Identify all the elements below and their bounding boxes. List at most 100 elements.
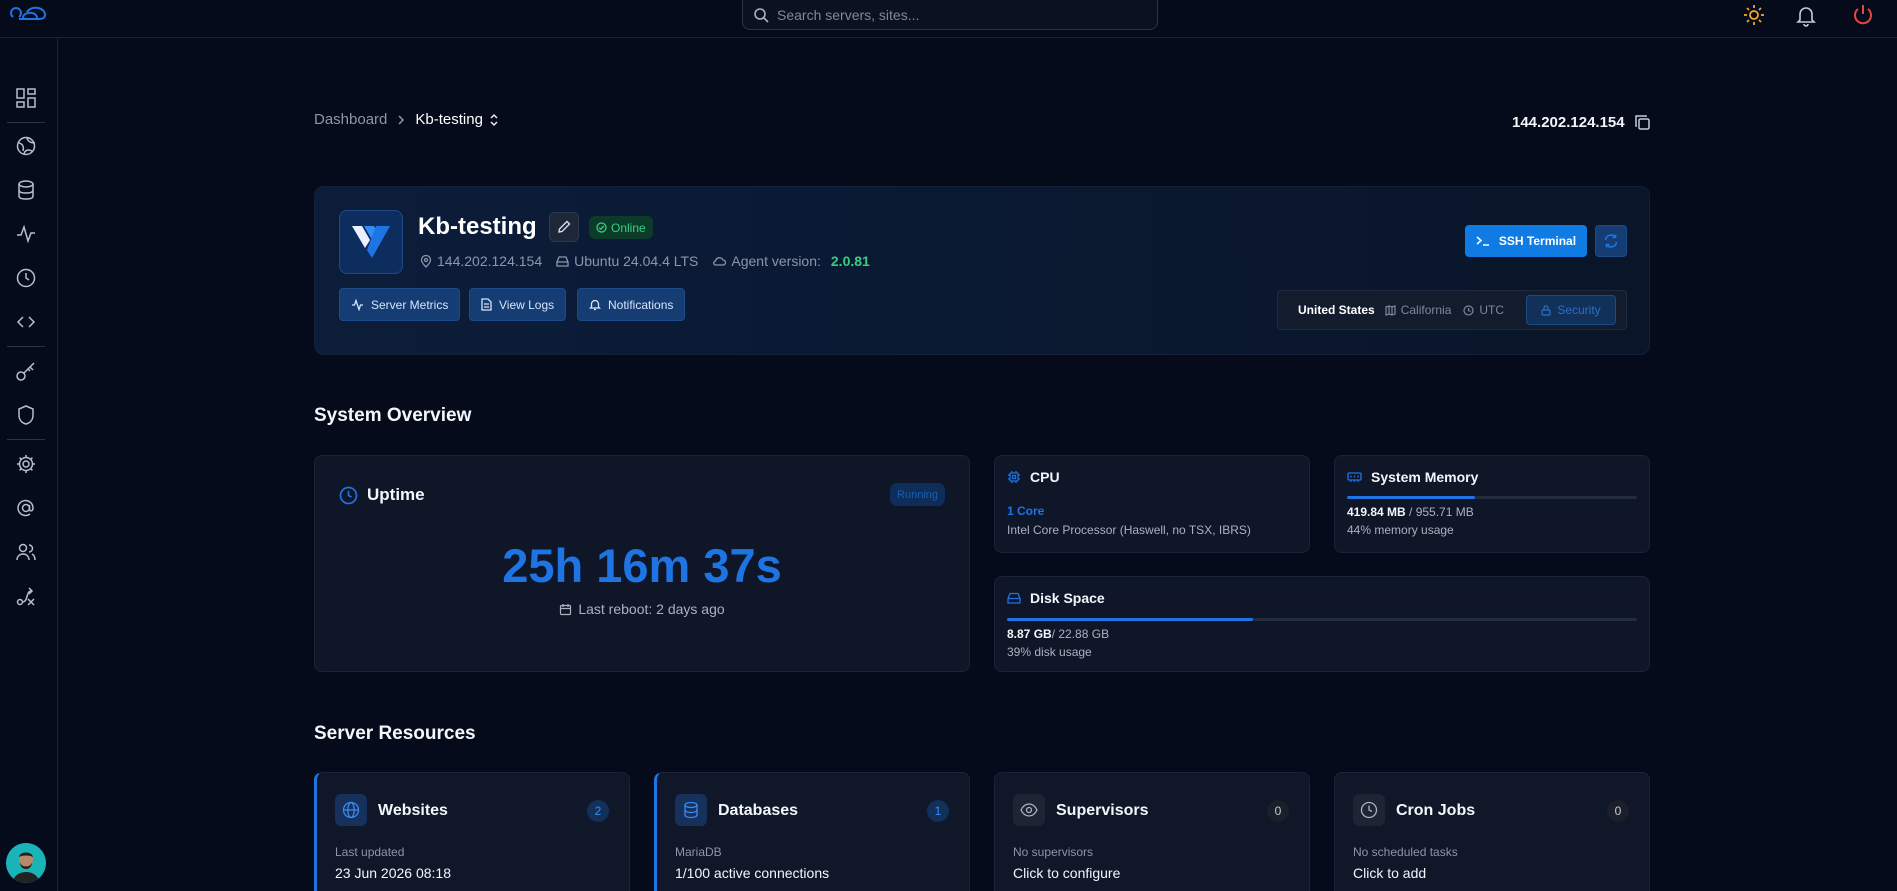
cron-jobs-sub: No scheduled tasks	[1353, 845, 1458, 859]
system-overview-title: System Overview	[314, 405, 472, 426]
cpu-panel: CPU 1 Core Intel Core Processor (Haswell…	[994, 455, 1310, 553]
copy-icon[interactable]	[1634, 114, 1651, 131]
view-logs-label: View Logs	[499, 297, 555, 312]
location-bar: United States California UTC Security	[1277, 290, 1627, 330]
shield-icon[interactable]	[15, 404, 37, 426]
databases-title: Databases	[718, 802, 799, 819]
clock-icon	[339, 486, 358, 505]
cpu-cores: 1 Core	[1007, 504, 1045, 518]
search-icon	[753, 7, 769, 23]
logo-icon[interactable]	[9, 2, 51, 24]
pencil-icon	[557, 220, 571, 234]
cron-jobs-title: Cron Jobs	[1396, 802, 1476, 819]
status-text: Online	[611, 220, 646, 235]
disk-label: Disk Space	[1030, 590, 1105, 606]
databases-count: 1	[927, 800, 949, 822]
databases-card[interactable]: Databases 1 MariaDB 1/100 active connect…	[654, 772, 970, 891]
database-icon	[675, 794, 707, 826]
search-input[interactable]	[777, 6, 1137, 23]
map-icon	[1385, 304, 1396, 316]
hard-drive-icon	[556, 255, 569, 267]
agent-label: Agent version:	[731, 253, 821, 269]
check-circle-icon	[596, 222, 607, 233]
chevron-right-icon	[397, 114, 405, 126]
route-icon[interactable]	[15, 585, 37, 607]
notifications-button[interactable]: Notifications	[577, 288, 686, 321]
hard-drive-icon	[1007, 592, 1021, 604]
memory-progress-bar	[1347, 496, 1637, 499]
globe-icon	[335, 794, 367, 826]
disk-amounts: 8.87 GB/ 22.88 GB	[1007, 627, 1109, 641]
refresh-button[interactable]	[1595, 225, 1627, 257]
database-icon[interactable]	[15, 179, 37, 201]
memory-label: System Memory	[1371, 469, 1479, 485]
disk-used: 8.87 GB	[1007, 627, 1052, 641]
disk-panel: Disk Space 8.87 GB/ 22.88 GB 39% disk us…	[994, 576, 1650, 672]
search-box[interactable]	[742, 0, 1158, 30]
security-button[interactable]: Security	[1526, 295, 1616, 325]
databases-sub: MariaDB	[675, 845, 722, 859]
location-country: United States	[1298, 303, 1375, 317]
sidebar-divider	[7, 346, 45, 347]
location-region: California	[1400, 303, 1452, 317]
cron-jobs-main: Click to add	[1353, 865, 1427, 881]
cron-jobs-count: 0	[1607, 800, 1629, 822]
supervisors-count: 0	[1267, 800, 1289, 822]
calendar-icon	[559, 603, 572, 616]
server-ip-text: 144.202.124.154	[1512, 114, 1625, 131]
disk-total: / 22.88 GB	[1051, 627, 1110, 641]
users-icon[interactable]	[15, 541, 37, 563]
avatar[interactable]	[6, 843, 46, 883]
key-icon[interactable]	[15, 360, 37, 382]
map-pin-icon	[420, 254, 432, 268]
edit-server-name-button[interactable]	[549, 212, 579, 242]
status-badge: Online	[589, 216, 653, 239]
disk-progress-bar	[1007, 618, 1637, 621]
power-icon[interactable]	[1851, 3, 1875, 27]
globe-icon[interactable]	[15, 135, 37, 157]
chevron-up-down-icon[interactable]	[489, 113, 499, 127]
terminal-icon	[1476, 235, 1490, 247]
eye-icon	[1013, 794, 1045, 826]
last-reboot: Last reboot: 2 days ago	[578, 601, 725, 617]
top-bar	[0, 0, 1897, 38]
websites-title: Websites	[378, 802, 448, 819]
server-ip: 144.202.124.154	[437, 253, 543, 269]
clock-icon	[1353, 794, 1385, 826]
bell-icon[interactable]	[1794, 3, 1818, 27]
websites-card[interactable]: Websites 2 Last updated 23 Jun 2026 08:1…	[314, 772, 630, 891]
vultr-logo-icon	[339, 210, 403, 274]
uptime-label: Uptime	[367, 485, 425, 504]
agent-version: 2.0.81	[830, 253, 870, 269]
breadcrumb-current-server[interactable]: Kb-testing	[415, 111, 483, 128]
server-resources-title: Server Resources	[314, 723, 476, 744]
lock-icon	[1541, 304, 1551, 316]
clock-icon	[1463, 304, 1474, 316]
memory-progress-fill	[1347, 496, 1475, 499]
disk-progress-fill	[1007, 618, 1253, 621]
cpu-model: Intel Core Processor (Haswell, no TSX, I…	[1007, 523, 1251, 537]
memory-total: / 955.71 MB	[1405, 505, 1474, 519]
cpu-icon	[1007, 470, 1021, 484]
sidebar	[0, 38, 58, 891]
activity-icon[interactable]	[15, 223, 37, 245]
server-card: Kb-testing Online 144.202.124.154 Ubuntu…	[314, 186, 1650, 355]
cron-jobs-card[interactable]: Cron Jobs 0 No scheduled tasks Click to …	[1334, 772, 1650, 891]
server-metrics-button[interactable]: Server Metrics	[339, 288, 461, 321]
uptime-panel: Uptime Running 25h 16m 37s Last reboot: …	[314, 455, 970, 672]
settings-icon[interactable]	[15, 453, 37, 475]
sidebar-divider	[7, 439, 45, 440]
sidebar-divider	[7, 122, 45, 123]
sun-icon[interactable]	[1742, 3, 1766, 27]
ssh-terminal-button[interactable]: SSH Terminal	[1465, 225, 1587, 257]
breadcrumb-dashboard-link[interactable]: Dashboard	[314, 111, 387, 128]
supervisors-card[interactable]: Supervisors 0 No supervisors Click to co…	[994, 772, 1310, 891]
notifications-label: Notifications	[608, 297, 674, 312]
running-badge: Running	[890, 483, 945, 506]
memory-used: 419.84 MB	[1347, 505, 1406, 519]
view-logs-button[interactable]: View Logs	[469, 288, 567, 321]
clock-icon[interactable]	[15, 267, 37, 289]
code-icon[interactable]	[15, 311, 37, 333]
at-sign-icon[interactable]	[15, 497, 37, 519]
dashboard-icon[interactable]	[15, 87, 37, 109]
